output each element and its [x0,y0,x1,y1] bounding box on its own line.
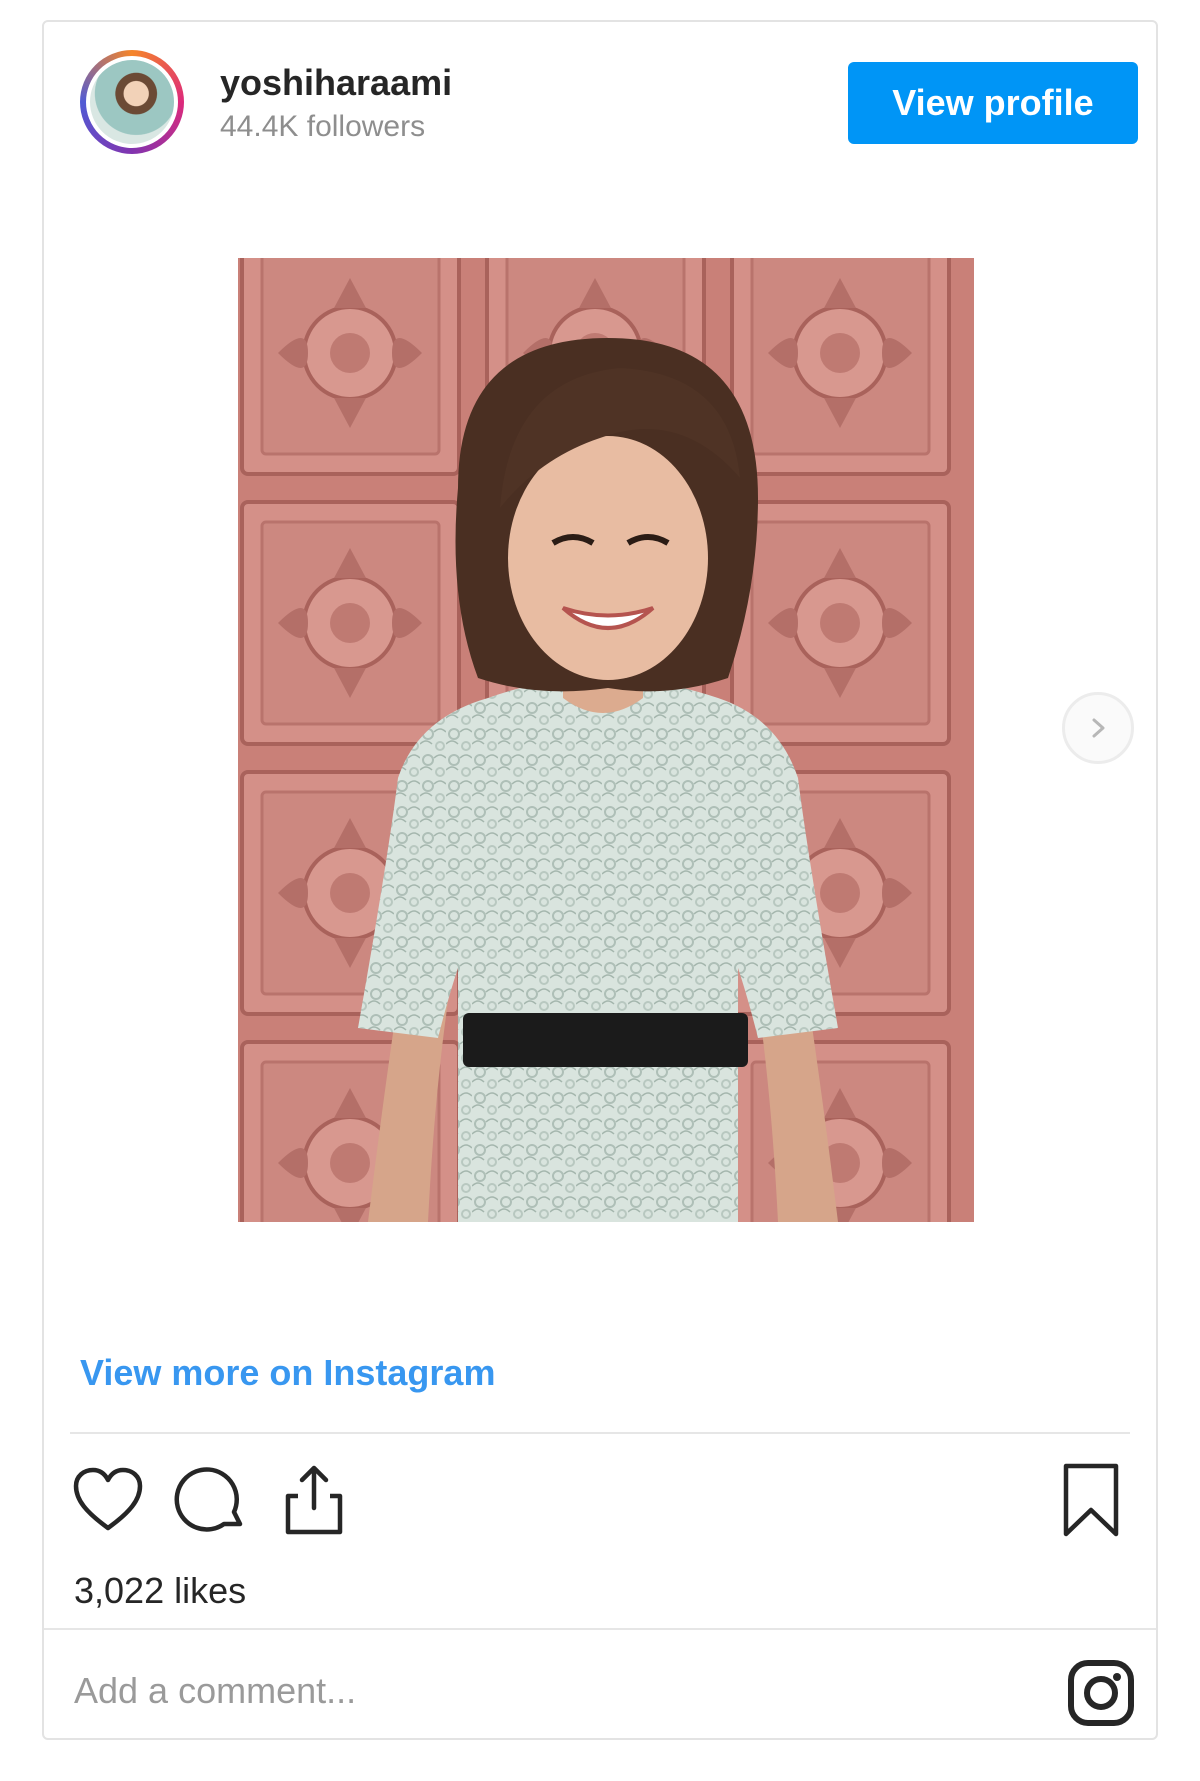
post-image[interactable] [238,258,974,1222]
post-header: yoshiharaami 44.4K followers View profil… [44,22,1156,182]
save-button[interactable] [1054,1462,1130,1542]
share-icon [285,1465,343,1535]
divider [70,1432,1130,1434]
username[interactable]: yoshiharaami [220,62,452,104]
heart-icon [73,1467,143,1531]
like-button[interactable] [70,1462,146,1542]
comment-button[interactable] [174,1462,250,1542]
divider [44,1628,1156,1630]
comment-input[interactable]: Add a comment... [74,1670,356,1712]
avatar[interactable] [86,56,178,148]
avatar-story-ring[interactable] [80,50,184,154]
action-bar [70,1462,1130,1548]
instagram-icon-link[interactable] [1066,1658,1136,1728]
share-button[interactable] [276,1462,352,1542]
instagram-icon [1068,1660,1134,1726]
instagram-embed-card: yoshiharaami 44.4K followers View profil… [42,20,1158,1740]
view-more-link[interactable]: View more on Instagram [80,1352,495,1394]
view-profile-button[interactable]: View profile [848,62,1138,144]
like-count[interactable]: 3,022 likes [74,1570,246,1612]
chevron-right-icon [1092,718,1105,738]
bookmark-icon [1063,1463,1119,1537]
follower-count: 44.4K followers [220,110,426,143]
next-image-button[interactable] [1062,692,1134,764]
comment-icon [174,1467,243,1532]
